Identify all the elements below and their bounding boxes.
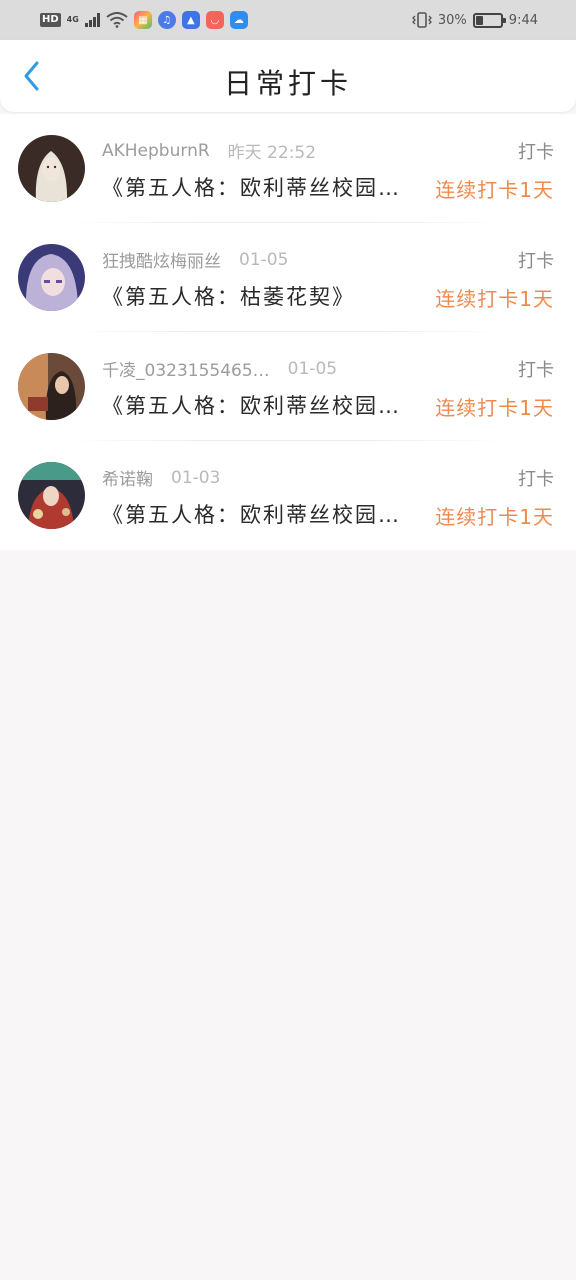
user-name[interactable]: 狂拽酷炫梅丽丝 (102, 247, 221, 272)
entry-tag: 打卡 (518, 469, 554, 490)
shopping-app-icon: ◡ (205, 11, 224, 29)
wifi-icon (106, 12, 128, 28)
book-title[interactable]: 《第五人格：欧利蒂丝校园… (102, 390, 428, 420)
status-bar: HD 4G ▦ ♫ ▲ ◡ ☁ 30% 9:44 (0, 0, 576, 40)
status-bar-left: HD 4G ▦ ♫ ▲ ◡ ☁ (40, 11, 248, 29)
book-title[interactable]: 《第五人格：欧利蒂丝校园… (102, 172, 428, 202)
avatar-image (18, 244, 85, 311)
clock: 9:44 (508, 12, 538, 28)
app-notification-icon: ▦ (133, 11, 152, 29)
entry-meta: 狂拽酷炫梅丽丝 01-05 (102, 247, 446, 273)
avatar-image (18, 353, 85, 420)
battery-level (475, 15, 483, 25)
page-title: 日常打卡 (223, 67, 352, 100)
list-item[interactable]: 千凌_0323155465… 01-05 打卡 《第五人格：欧利蒂丝校园… 连续… (0, 332, 576, 441)
battery-icon (472, 12, 506, 28)
user-name[interactable]: 千凌_0323155465… (102, 356, 270, 381)
entry-time: 昨天 22:52 (227, 143, 317, 163)
avatar[interactable] (18, 135, 85, 202)
entry-time: 01-03 (171, 467, 221, 488)
user-name[interactable]: AKHepburnR (102, 141, 210, 161)
streak-label: 连续打卡1天 (435, 396, 554, 420)
entry-meta: 希诺鞠 01-03 (102, 465, 446, 491)
avatar[interactable] (18, 244, 85, 311)
music-app-icon: ♫ (157, 11, 176, 29)
status-bar-right: 30% 9:44 (411, 12, 538, 28)
list-item[interactable]: 希诺鞠 01-03 打卡 《第五人格：欧利蒂丝校园… 连续打卡1天 (0, 441, 576, 550)
streak-label: 连续打卡1天 (435, 178, 554, 202)
battery-percent: 30% (437, 12, 467, 28)
book-title[interactable]: 《第五人格：欧利蒂丝校园… (102, 499, 428, 529)
network-type: 4G (66, 15, 79, 24)
avatar[interactable] (18, 462, 85, 529)
entry-meta: AKHepburnR 昨天 22:52 (102, 138, 446, 164)
avatar-image (18, 462, 85, 529)
list-item[interactable]: 狂拽酷炫梅丽丝 01-05 打卡 《第五人格：枯萎花契》 连续打卡1天 (0, 223, 576, 332)
streak-label: 连续打卡1天 (435, 287, 554, 311)
entry-tag: 打卡 (518, 142, 554, 163)
entry-tag: 打卡 (518, 251, 554, 272)
cloud-app-icon: ☁ (229, 11, 248, 29)
header: 日常打卡 (0, 40, 576, 112)
entry-tag: 打卡 (518, 360, 554, 381)
hd-indicator: HD (40, 13, 61, 27)
signal-icon (84, 13, 100, 27)
checkin-list: AKHepburnR 昨天 22:52 打卡 《第五人格：欧利蒂丝校园… 连续打… (0, 114, 576, 550)
entry-time: 01-05 (287, 358, 338, 379)
streak-label: 连续打卡1天 (435, 505, 554, 529)
list-item[interactable]: AKHepburnR 昨天 22:52 打卡 《第五人格：欧利蒂丝校园… 连续打… (0, 114, 576, 223)
avatar[interactable] (18, 353, 85, 420)
book-title[interactable]: 《第五人格：枯萎花契》 (102, 281, 428, 311)
user-name[interactable]: 希诺鞠 (102, 465, 153, 490)
entry-meta: 千凌_0323155465… 01-05 (102, 356, 446, 382)
entry-time: 01-05 (239, 249, 289, 270)
vibrate-icon (411, 12, 432, 28)
education-app-icon: ▲ (181, 11, 200, 29)
avatar-image (18, 135, 85, 202)
